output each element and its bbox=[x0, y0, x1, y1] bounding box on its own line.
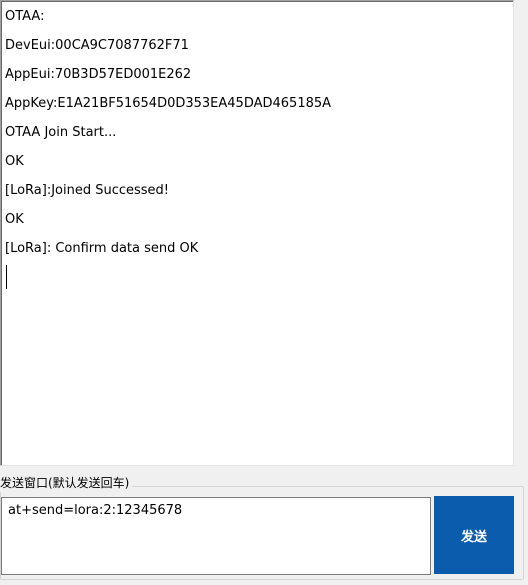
log-line: [LoRa]:Joined Successed! bbox=[5, 183, 170, 198]
receive-side-gutter bbox=[514, 0, 528, 466]
log-line: OK bbox=[5, 154, 24, 169]
log-line: [LoRa]: Confirm data send OK bbox=[5, 241, 199, 256]
log-line: OK bbox=[5, 212, 24, 227]
log-line: DevEui:00CA9C7087762F71 bbox=[5, 38, 189, 53]
receive-textarea[interactable]: OTAA: DevEui:00CA9C7087762F71 AppEui:70B… bbox=[0, 0, 514, 466]
log-line: AppKey:E1A21BF51654D0D353EA45DAD465185A bbox=[5, 96, 332, 111]
send-input[interactable]: at+send=lora:2:12345678 bbox=[1, 497, 431, 575]
send-window-caption: 发送窗口(默认发送回车) bbox=[0, 474, 133, 492]
log-line: AppEui:70B3D57ED001E262 bbox=[5, 67, 192, 82]
send-button[interactable]: 发送 bbox=[434, 496, 514, 574]
text-caret bbox=[6, 265, 7, 289]
log-line: OTAA Join Start... bbox=[5, 125, 117, 140]
log-line: OTAA: bbox=[5, 9, 45, 24]
